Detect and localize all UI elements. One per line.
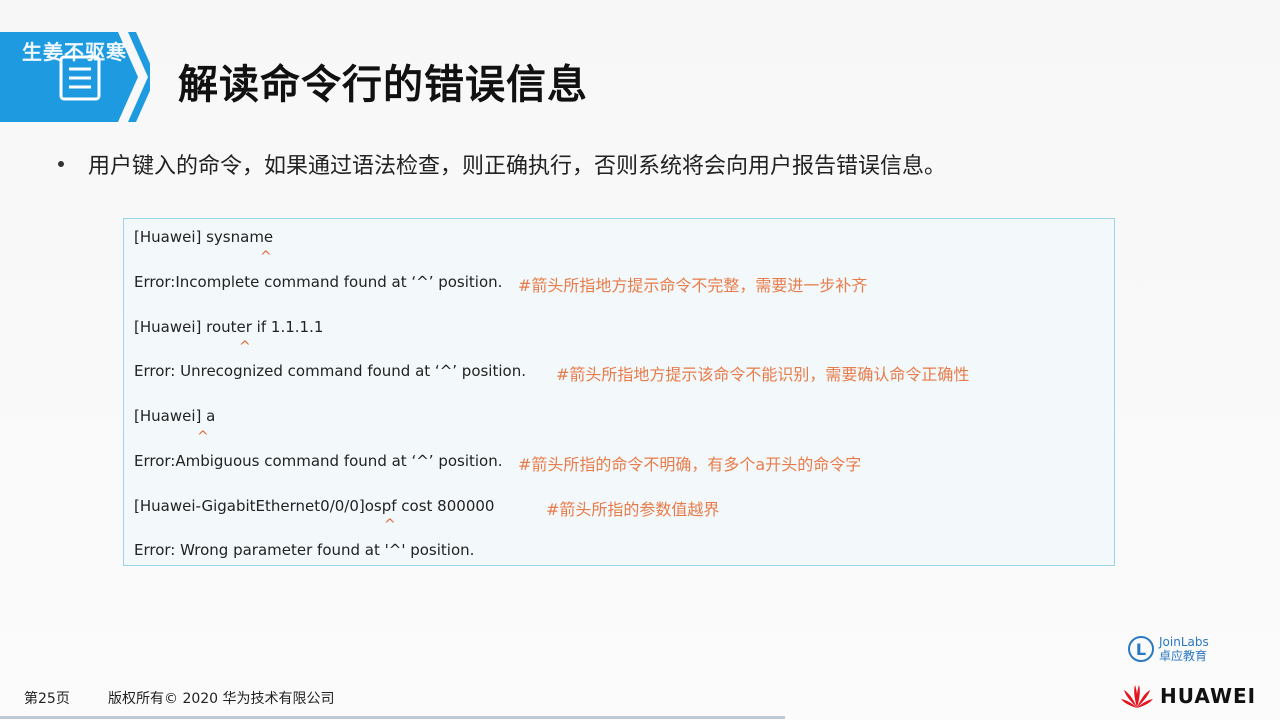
caret-marker: ^ [260,249,272,265]
copyright-text: 版权所有© 2020 华为技术有限公司 [108,691,335,707]
comment-text: #箭头所指地方提示命令不完整，需要进一步补齐 [518,276,868,295]
document-icon [58,54,102,102]
code-line: [Huawei] router if 1.1.1.1 [134,318,324,336]
joinlabs-name: JoinLabs [1159,635,1209,649]
code-line: Error:Ambiguous command found at ‘^’ pos… [134,452,503,470]
joinlabs-logo: L JoinLabs 卓应教育 [1128,636,1209,662]
code-line: [Huawei-GigabitEthernet0/0/0]ospf cost 8… [134,497,495,515]
slide: 生姜不驱寒 解读命令行的错误信息 用户键入的命令，如果通过语法检查，则正确执行，… [0,0,1280,720]
caret-marker: ^ [384,517,396,533]
code-line: [Huawei] a [134,407,216,425]
bullet-dot [58,161,64,167]
page-number: 第25页 [24,691,70,707]
caret-marker: ^ [239,339,251,355]
code-box: [Huawei] sysname ^ Error:Incomplete comm… [123,218,1115,566]
comment-text: #箭头所指的命令不明确，有多个a开头的命令字 [518,455,862,474]
code-line: [Huawei] sysname [134,228,274,246]
huawei-wordmark: HUAWEI [1160,684,1257,708]
joinlabs-logo-icon: L [1128,636,1154,662]
code-line: Error: Unrecognized command found at ‘^’… [134,362,526,380]
video-progress-bar[interactable] [0,716,785,719]
joinlabs-subname: 卓应教育 [1159,649,1208,663]
caret-marker: ^ [197,429,209,445]
comment-text: #箭头所指的参数值越界 [546,500,720,519]
code-line: Error:Incomplete command found at ‘^’ po… [134,273,503,291]
comment-text: #箭头所指地方提示该命令不能识别，需要确认命令正确性 [556,365,970,384]
page-title: 解读命令行的错误信息 [178,62,588,108]
code-line: Error: Wrong parameter found at '^' posi… [134,541,475,559]
bullet-text: 用户键入的命令，如果通过语法检查，则正确执行，否则系统将会向用户报告错误信息。 [88,154,947,179]
huawei-flower-icon [1121,685,1153,708]
huawei-logo: HUAWEI [1120,682,1256,710]
bullet-item: 用户键入的命令，如果通过语法检查，则正确执行，否则系统将会向用户报告错误信息。 [58,148,946,180]
